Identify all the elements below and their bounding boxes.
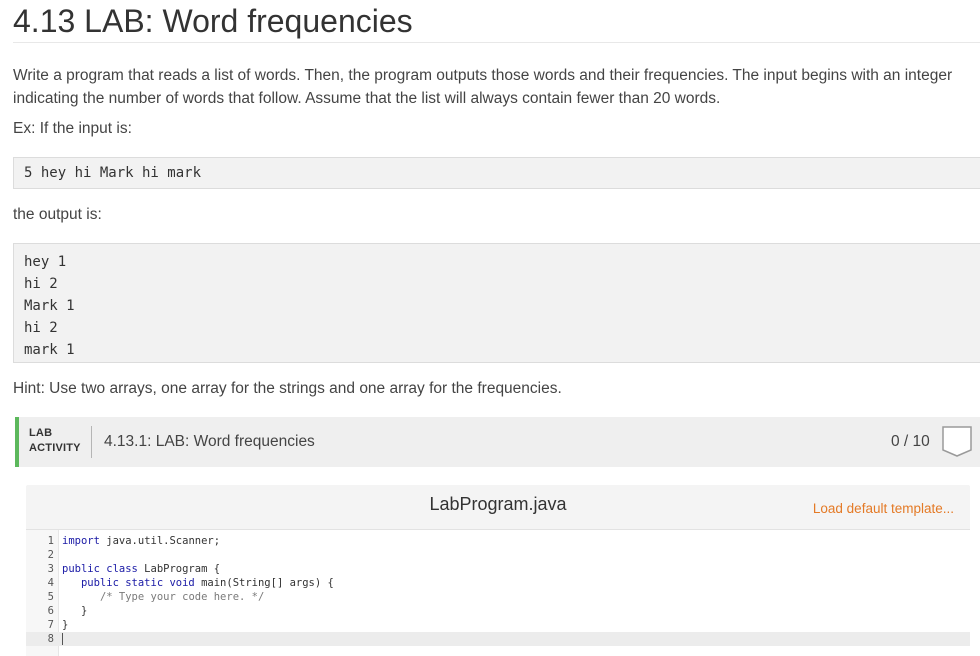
code-text[interactable]: public class LabProgram { (62, 562, 220, 576)
code-text[interactable]: } (62, 604, 87, 618)
problem-description: Write a program that reads a list of wor… (13, 67, 953, 107)
example-input-text: 5 hey hi Mark hi mark (24, 165, 202, 181)
code-line[interactable]: 8 (26, 632, 970, 646)
page-title: 4.13 LAB: Word frequencies (13, 2, 980, 43)
completion-badge-icon (942, 426, 972, 457)
example-output-box: hey 1 hi 2 Mark 1 hi 2 mark 1 (13, 243, 980, 363)
line-number: 6 (47, 605, 54, 617)
code-text[interactable] (62, 632, 63, 646)
code-text[interactable]: } (62, 618, 68, 632)
code-line[interactable]: 3 public class LabProgram { (26, 562, 970, 576)
line-number: 5 (47, 591, 54, 603)
example-input-box: 5 hey hi Mark hi mark (13, 157, 980, 189)
line-number: 2 (47, 549, 54, 561)
line-number: 3 (47, 563, 54, 575)
lab-activity-name: 4.13.1: LAB: Word frequencies (104, 433, 315, 450)
lab-page: 4.13 LAB: Word frequencies Write a progr… (0, 0, 980, 656)
example-output-line: hi 2 (24, 320, 58, 336)
code-line[interactable]: 2 (26, 548, 970, 562)
example-output-line: hey 1 (24, 254, 67, 270)
example-output-label: the output is: (13, 206, 102, 223)
code-editor-panel: LabProgram.java Load default template...… (26, 485, 970, 656)
example-input-label: Ex: If the input is: (13, 120, 132, 137)
code-line[interactable]: 6 } (26, 604, 970, 618)
example-output-line: hi 2 (24, 276, 58, 292)
lab-tag-line: LAB (29, 427, 53, 439)
text-cursor (62, 633, 63, 645)
code-text[interactable]: import java.util.Scanner; (62, 534, 220, 548)
code-text[interactable]: public static void main(String[] args) { (62, 576, 334, 590)
code-line[interactable]: 5 /* Type your code here. */ (26, 590, 970, 604)
code-editor[interactable]: 1 import java.util.Scanner; 2 3 public class… (26, 529, 970, 656)
example-output-line: Mark 1 (24, 298, 75, 314)
editor-header: LabProgram.java Load default template... (26, 485, 970, 527)
line-number: 4 (47, 577, 54, 589)
lab-divider (91, 426, 92, 458)
load-default-template-link[interactable]: Load default template... (813, 501, 954, 516)
line-number: 8 (47, 633, 54, 645)
lab-score: 0 / 10 (891, 433, 930, 450)
hint-text: Hint: Use two arrays, one array for the … (13, 380, 562, 397)
line-number: 7 (47, 619, 54, 631)
code-line[interactable]: 1 import java.util.Scanner; (26, 534, 970, 548)
code-line[interactable]: 4 public static void main(String[] args)… (26, 576, 970, 590)
example-output-line: mark 1 (24, 342, 75, 358)
line-number: 1 (47, 535, 54, 547)
code-line[interactable]: 7} (26, 618, 970, 632)
lab-activity-tag: LAB ACTIVITY (29, 426, 81, 456)
code-text[interactable]: /* Type your code here. */ (62, 590, 264, 604)
lab-tag-line: ACTIVITY (29, 442, 81, 454)
lab-activity-bar: LAB ACTIVITY 4.13.1: LAB: Word frequenci… (15, 417, 980, 467)
